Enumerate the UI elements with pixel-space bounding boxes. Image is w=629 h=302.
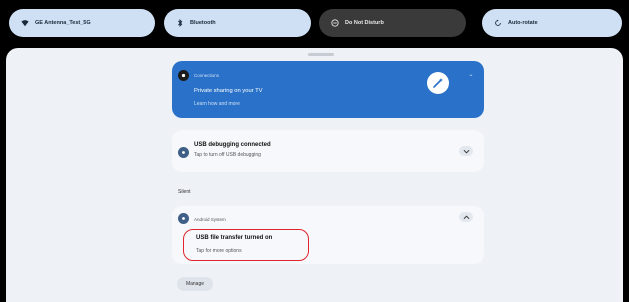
- drag-handle[interactable]: [308, 53, 334, 56]
- auto-rotate-icon: [494, 19, 502, 27]
- magic-wand-button[interactable]: [427, 72, 449, 94]
- wifi-tile[interactable]: GE Antenna_Test_5G: [9, 9, 155, 37]
- android-icon: [182, 151, 185, 154]
- manage-button[interactable]: Manage: [177, 277, 213, 291]
- manage-button-label: Manage: [185, 281, 205, 287]
- wifi-icon: [21, 19, 29, 27]
- promo-expand-button[interactable]: ⌄: [464, 69, 478, 79]
- promo-subtitle[interactable]: Learn how and more: [194, 101, 240, 107]
- promo-app-name: Connections: [194, 73, 220, 78]
- do-not-disturb-tile-label: Do Not Disturb: [345, 20, 384, 26]
- highlight-annotation: [183, 229, 309, 261]
- magic-wand-icon: [433, 78, 443, 88]
- usb-transfer-app-name: Android System: [194, 217, 226, 222]
- auto-rotate-tile-label: Auto-rotate: [508, 20, 538, 26]
- bluetooth-icon: [176, 19, 184, 27]
- usb-transfer-collapse-button[interactable]: [459, 212, 473, 222]
- promo-app-icon: [178, 70, 189, 81]
- bluetooth-tile-label: Bluetooth: [190, 20, 216, 26]
- promo-title: Private sharing on your TV: [194, 88, 263, 94]
- connections-icon: [181, 73, 186, 78]
- promo-notification[interactable]: Connections Private sharing on your TV L…: [172, 61, 484, 118]
- chevron-down-icon: [463, 149, 469, 153]
- silent-section-label: Silent: [178, 189, 191, 195]
- usb-debugging-subtitle: Tap to turn off USB debugging: [194, 152, 261, 158]
- usb-debugging-title: USB debugging connected: [194, 142, 271, 148]
- usb-debugging-expand-button[interactable]: [459, 146, 473, 156]
- promo-expand-icon: ⌄: [468, 71, 474, 78]
- auto-rotate-tile[interactable]: Auto-rotate: [482, 9, 622, 37]
- do-not-disturb-icon: [331, 19, 339, 27]
- usb-transfer-app-icon: [178, 213, 189, 224]
- android-icon: [182, 217, 185, 220]
- wifi-tile-label: GE Antenna_Test_5G: [35, 20, 91, 26]
- chevron-up-icon: [463, 215, 469, 219]
- usb-debugging-notification[interactable]: USB debugging connected Tap to turn off …: [172, 130, 484, 172]
- usb-debugging-app-icon: [178, 147, 189, 158]
- bluetooth-tile[interactable]: Bluetooth: [164, 9, 311, 37]
- do-not-disturb-tile[interactable]: Do Not Disturb: [319, 9, 466, 37]
